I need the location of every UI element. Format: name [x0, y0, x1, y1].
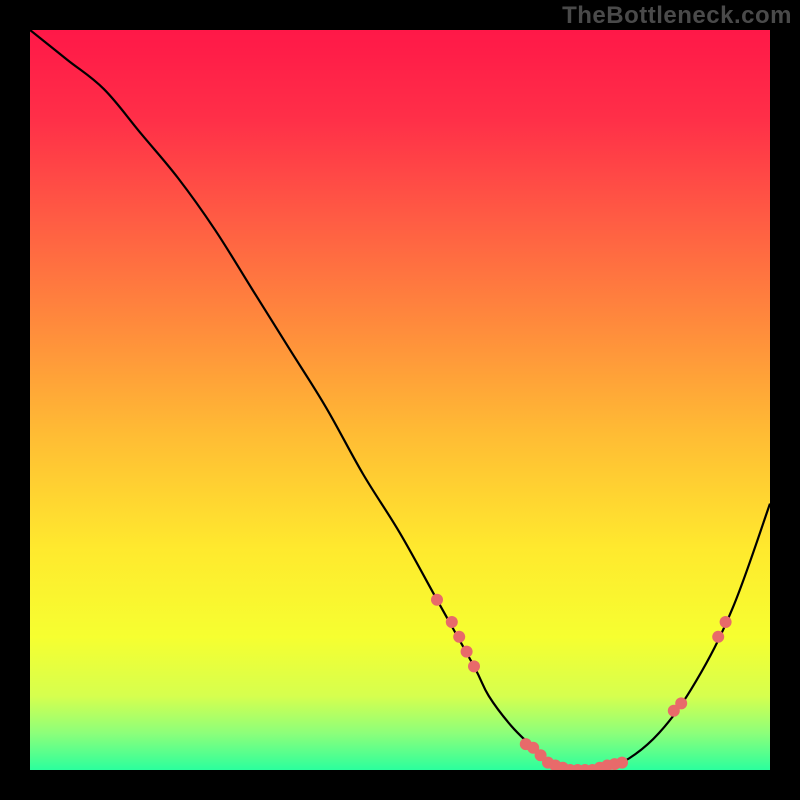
data-point	[616, 757, 628, 769]
data-point	[712, 631, 724, 643]
data-point	[446, 616, 458, 628]
plot-area	[30, 30, 770, 770]
watermark-text: TheBottleneck.com	[562, 2, 792, 30]
data-point	[431, 594, 443, 606]
data-point	[675, 697, 687, 709]
data-point	[461, 646, 473, 658]
data-point	[468, 660, 480, 672]
data-point	[720, 616, 732, 628]
chart-frame: TheBottleneck.com	[0, 0, 800, 800]
data-points	[30, 30, 770, 770]
data-point	[453, 631, 465, 643]
